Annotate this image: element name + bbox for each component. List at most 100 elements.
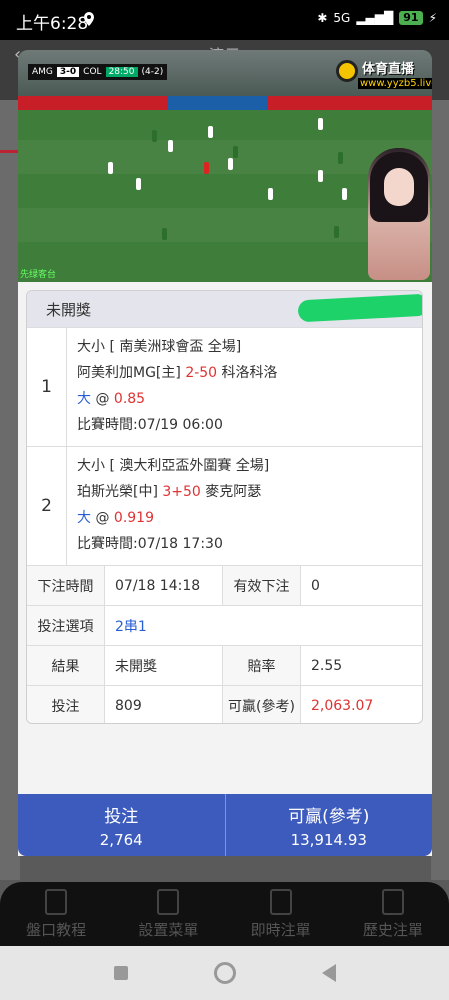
stake-label: 投注 xyxy=(27,686,105,723)
system-nav xyxy=(0,946,449,1000)
close-doc-icon xyxy=(269,888,292,915)
bet-legs: 1 大小 [ 南美洲球會盃 全場] 阿美利加MG[主] 2-50 科洛科洛 大 … xyxy=(27,327,422,566)
leg-body: 大小 [ 南美洲球會盃 全場] 阿美利加MG[主] 2-50 科洛科洛 大 @ … xyxy=(67,328,278,446)
player-figure xyxy=(318,170,323,182)
win-value: 2,063.07 xyxy=(311,698,374,714)
leg-at: @ xyxy=(95,510,110,526)
leg-away: 科洛科洛 xyxy=(221,365,278,381)
nav-label: 設置菜單 xyxy=(138,920,199,939)
detail-row: 投注 809 可贏(參考) 2,063.07 xyxy=(27,686,422,723)
leg-line: 3+50 xyxy=(162,484,201,500)
bet-summary-bar: 投注 2,764 可贏(參考) 13,914.93 xyxy=(18,794,432,856)
leg-at: @ xyxy=(95,391,110,407)
player-figure xyxy=(233,146,238,158)
summary-win-label: 可贏(參考) xyxy=(288,806,370,827)
option-value: 2串1 xyxy=(115,618,147,635)
detail-row: 結果 未開獎 賠率 2.55 xyxy=(27,646,422,686)
summary-stake-value: 2,764 xyxy=(99,830,143,849)
leg-time: 比賽時間:07/18 17:30 xyxy=(77,536,223,552)
score: 3-0 xyxy=(56,67,80,77)
bet-detail-modal: 未開獎 1 大小 [ 南美洲球會盃 全場] 阿美利加MG[主] 2-50 科洛科… xyxy=(18,282,432,856)
location-icon xyxy=(84,12,94,26)
detail-row: 下注時間 07/18 14:18 有效下注 0 xyxy=(27,566,422,606)
bet-status: 未開獎 xyxy=(46,300,92,319)
valid-bet-value: 0 xyxy=(311,577,320,594)
nav-tutorial[interactable]: 盤口教程 xyxy=(0,882,112,946)
leg-pick-side: 大 xyxy=(77,510,91,526)
win-label: 可贏(參考) xyxy=(223,686,301,723)
charging-icon: ⚡ xyxy=(428,11,437,25)
leg-home: 珀斯光榮[中] xyxy=(77,484,158,500)
result-label: 結果 xyxy=(27,646,105,685)
bet-details-grid: 下注時間 07/18 14:18 有效下注 0 投注選項 2串1 結果 未開獎 … xyxy=(27,566,422,723)
bet-time-value: 07/18 14:18 xyxy=(105,566,223,605)
leg-home: 阿美利加MG[主] xyxy=(77,365,181,381)
player-figure xyxy=(334,226,339,238)
leg-market: 大小 [ 澳大利亞盃外圍賽 全場] xyxy=(77,458,270,474)
background-content xyxy=(0,100,20,880)
player-figure xyxy=(228,158,233,170)
nav-history[interactable]: 歷史注單 xyxy=(337,882,449,946)
recents-icon[interactable] xyxy=(113,966,128,980)
player-figure xyxy=(108,162,113,174)
redaction-mark xyxy=(297,293,422,323)
player-figure xyxy=(208,126,213,138)
leg-pick: 大 @ 0.919 xyxy=(77,507,269,533)
edit-icon xyxy=(157,888,180,915)
battery-icon: 91 xyxy=(399,11,423,25)
odds-label: 賠率 xyxy=(223,646,301,685)
leg-odds: 0.85 xyxy=(113,391,146,407)
video-watermark: 先绿客台 xyxy=(20,270,57,280)
live-video[interactable]: AMG 3-0 COL 28:50 (4-2) 体育直播 www.yyzb5.l… xyxy=(18,50,432,282)
bet-panel: 未開獎 1 大小 [ 南美洲球會盃 全場] 阿美利加MG[主] 2-50 科洛科… xyxy=(26,290,423,724)
bet-leg: 1 大小 [ 南美洲球會盃 全場] 阿美利加MG[主] 2-50 科洛科洛 大 … xyxy=(27,328,422,447)
network-label: 5G xyxy=(333,11,351,25)
live-logo-url: www.yyzb5.live xyxy=(358,78,432,89)
player-figure xyxy=(136,178,141,190)
home-icon[interactable] xyxy=(213,962,236,984)
back-icon[interactable] xyxy=(321,964,336,982)
nav-settings[interactable]: 設置菜單 xyxy=(112,882,224,946)
stake-value: 809 xyxy=(105,686,223,723)
summary-win-value: 13,914.93 xyxy=(290,830,367,849)
bet-status-header: 未開獎 xyxy=(27,291,422,327)
detail-row: 投注選項 2串1 xyxy=(27,606,422,646)
result-value: 未開獎 xyxy=(105,646,223,685)
nav-live-bets[interactable]: 即時注單 xyxy=(225,882,337,946)
status-time: 上午6:28 xyxy=(16,14,89,34)
bet-leg: 2 大小 [ 澳大利亞盃外圍賽 全場] 珀斯光榮[中] 3+50 麥克阿瑟 大 … xyxy=(27,447,422,566)
player-figure xyxy=(268,188,273,200)
summary-win: 可贏(參考) 13,914.93 xyxy=(226,794,433,856)
check-doc-icon xyxy=(381,888,404,915)
leg-pick: 大 @ 0.85 xyxy=(77,388,278,414)
player-figure xyxy=(338,152,343,164)
home-team: AMG xyxy=(32,67,53,77)
player-figure xyxy=(342,188,347,200)
player-figure xyxy=(318,118,323,130)
match-clock: 28:50 xyxy=(105,67,138,77)
player-figure xyxy=(168,140,173,152)
leg-time: 比賽時間:07/19 06:00 xyxy=(77,417,223,433)
nav-label: 即時注單 xyxy=(250,920,311,939)
streamer-face xyxy=(384,168,414,206)
status-icons: ✱ 5G ▂▄▆█ 91 ⚡ xyxy=(317,11,437,25)
valid-bet-label: 有效下注 xyxy=(223,566,301,605)
background-content-right xyxy=(431,100,449,880)
ad-board-blue xyxy=(168,96,268,110)
leg-away: 麥克阿瑟 xyxy=(205,484,262,500)
bottom-nav: 盤口教程 設置菜單 即時注單 歷史注單 xyxy=(0,882,449,946)
live-logo-name: 体育直播 xyxy=(362,62,415,77)
leg-line: 2-50 xyxy=(185,365,218,381)
leg-number: 1 xyxy=(27,328,67,446)
leg-odds: 0.919 xyxy=(113,510,154,526)
live-logo: 体育直播 www.yyzb5.live xyxy=(336,54,432,96)
status-bar: 上午6:28 ✱ 5G ▂▄▆█ 91 ⚡ xyxy=(0,0,449,40)
away-team: COL xyxy=(83,67,102,77)
player-figure xyxy=(152,130,157,142)
summary-stake: 投注 2,764 xyxy=(18,794,226,856)
referee-figure xyxy=(204,162,209,174)
background-accent xyxy=(0,150,20,153)
bluetooth-icon: ✱ xyxy=(317,11,328,25)
leg-market: 大小 [ 南美洲球會盃 全場] xyxy=(77,339,242,355)
aggregate: (4-2) xyxy=(141,67,164,77)
